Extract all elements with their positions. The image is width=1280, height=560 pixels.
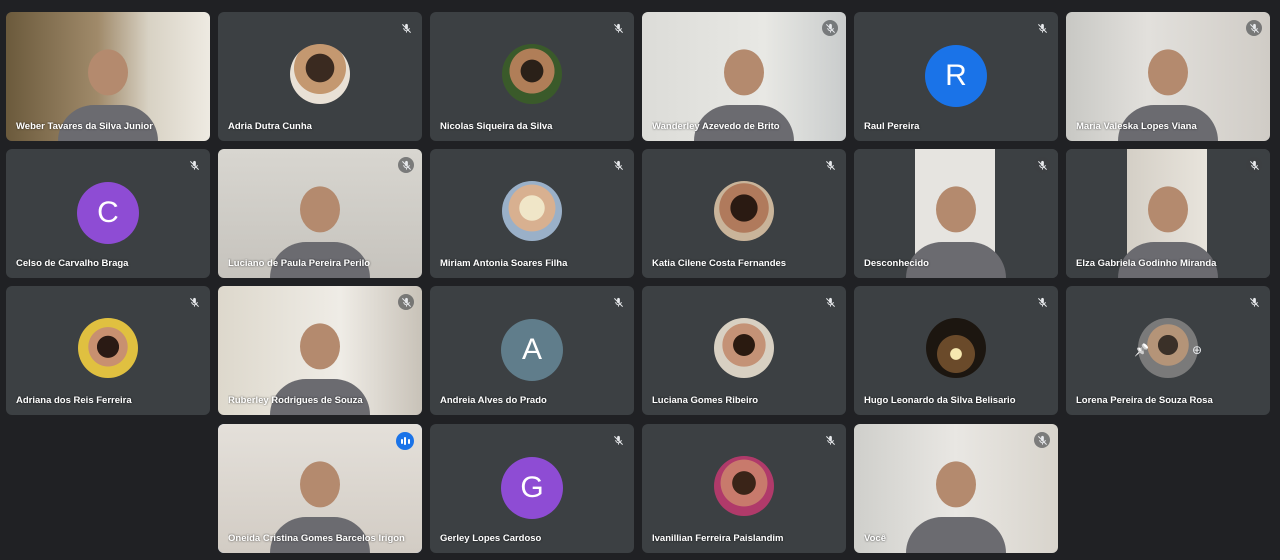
participant-name: Katia Cilene Costa Fernandes (652, 258, 787, 269)
participant-name: Hugo Leonardo da Silva Belisario (864, 395, 1016, 406)
avatar (290, 44, 350, 104)
participant-tile[interactable]: Miriam Antonia Soares Filha (430, 149, 634, 278)
participant-name: Ruberley Rodrigues de Souza (228, 395, 363, 406)
mic-off-icon (398, 20, 414, 36)
participant-tile[interactable]: Adria Dutra Cunha (218, 12, 422, 141)
participant-name: Lorena Pereira de Souza Rosa (1076, 395, 1213, 406)
pin-icon[interactable]: 📌 (1134, 343, 1149, 357)
participant-name: Celso de Carvalho Braga (16, 258, 129, 269)
avatar (714, 181, 774, 241)
avatar (714, 456, 774, 516)
participant-name: Nicolas Siqueira da Silva (440, 121, 553, 132)
participant-name: Oneida Cristina Gomes Barcelos Irigon (228, 533, 405, 544)
avatar (926, 318, 986, 378)
participant-name: Gerley Lopes Cardoso (440, 533, 542, 544)
participant-tile[interactable]: Katia Cilene Costa Fernandes (642, 149, 846, 278)
participant-tile[interactable]: Adriana dos Reis Ferreira (6, 286, 210, 415)
participant-tile[interactable]: Weber Tavares da Silva Junior (6, 12, 210, 141)
participant-name: Adria Dutra Cunha (228, 121, 312, 132)
participant-tile[interactable]: Maria Valeska Lopes Viana (1066, 12, 1270, 141)
mic-off-icon (822, 20, 838, 36)
participant-name: Desconhecido (864, 258, 929, 269)
mic-off-icon (610, 432, 626, 448)
participant-tile[interactable]: R Raul Pereira (854, 12, 1058, 141)
participant-grid: Weber Tavares da Silva Junior Adria Dutra… (0, 0, 1280, 560)
participant-tile[interactable]: Desconhecido (854, 149, 1058, 278)
participant-name: Maria Valeska Lopes Viana (1076, 121, 1197, 132)
mic-off-icon (610, 20, 626, 36)
mic-off-icon (822, 294, 838, 310)
mic-off-icon (610, 157, 626, 173)
audio-level-icon (396, 432, 414, 450)
avatar (714, 318, 774, 378)
mic-off-icon (1034, 157, 1050, 173)
avatar-initial: R (925, 45, 987, 107)
tile-hover-controls: 📌 ⊕ (1134, 340, 1202, 360)
mic-off-icon (822, 157, 838, 173)
participant-name: Raul Pereira (864, 121, 920, 132)
mic-off-icon (1246, 20, 1262, 36)
participant-tile[interactable]: Hugo Leonardo da Silva Belisario (854, 286, 1058, 415)
participant-name: Ivanillian Ferreira Paislandim (652, 533, 784, 544)
participant-name: Luciano de Paula Pereira Perilo (228, 258, 371, 269)
participant-tile[interactable]: Elza Gabriela Godinho Miranda (1066, 149, 1270, 278)
mic-off-icon (1034, 294, 1050, 310)
mic-off-icon (186, 157, 202, 173)
participant-tile[interactable]: 📌 ⊕ Lorena Pereira de Souza Rosa (1066, 286, 1270, 415)
avatar-initial: C (77, 182, 139, 244)
participant-tile[interactable]: G Gerley Lopes Cardoso (430, 424, 634, 553)
participant-name: Andreia Alves do Prado (440, 395, 547, 406)
more-options-icon[interactable]: ⊕ (1192, 343, 1202, 357)
participant-tile[interactable]: Luciana Gomes Ribeiro (642, 286, 846, 415)
mic-off-icon (822, 432, 838, 448)
participant-tile[interactable]: Nicolas Siqueira da Silva (430, 12, 634, 141)
participant-tile[interactable]: Wanderley Azevedo de Brito (642, 12, 846, 141)
mic-off-icon (398, 294, 414, 310)
participant-tile[interactable]: A Andreia Alves do Prado (430, 286, 634, 415)
participant-name: Luciana Gomes Ribeiro (652, 395, 759, 406)
participant-name: Wanderley Azevedo de Brito (652, 121, 780, 132)
avatar-initial: A (501, 319, 563, 381)
participant-tile[interactable]: Luciano de Paula Pereira Perilo (218, 149, 422, 278)
avatar (78, 318, 138, 378)
participant-tile[interactable]: Você (854, 424, 1058, 553)
participant-name: Elza Gabriela Godinho Miranda (1076, 258, 1217, 269)
participant-name: Weber Tavares da Silva Junior (16, 121, 153, 132)
mic-off-icon (186, 294, 202, 310)
participant-tile[interactable]: C Celso de Carvalho Braga (6, 149, 210, 278)
participant-tile[interactable]: Ruberley Rodrigues de Souza (218, 286, 422, 415)
participant-tile[interactable]: Oneida Cristina Gomes Barcelos Irigon (218, 424, 422, 553)
participant-name: Adriana dos Reis Ferreira (16, 395, 132, 406)
mic-off-icon (398, 157, 414, 173)
avatar (502, 44, 562, 104)
mic-off-icon (1034, 20, 1050, 36)
mic-off-icon (1246, 157, 1262, 173)
participant-tile[interactable]: Ivanillian Ferreira Paislandim (642, 424, 846, 553)
mic-off-icon (1034, 432, 1050, 448)
mic-off-icon (1246, 294, 1262, 310)
participant-name: Miriam Antonia Soares Filha (440, 258, 568, 269)
avatar (502, 181, 562, 241)
mic-off-icon (610, 294, 626, 310)
avatar-initial: G (501, 457, 563, 519)
participant-name: Você (864, 533, 887, 544)
